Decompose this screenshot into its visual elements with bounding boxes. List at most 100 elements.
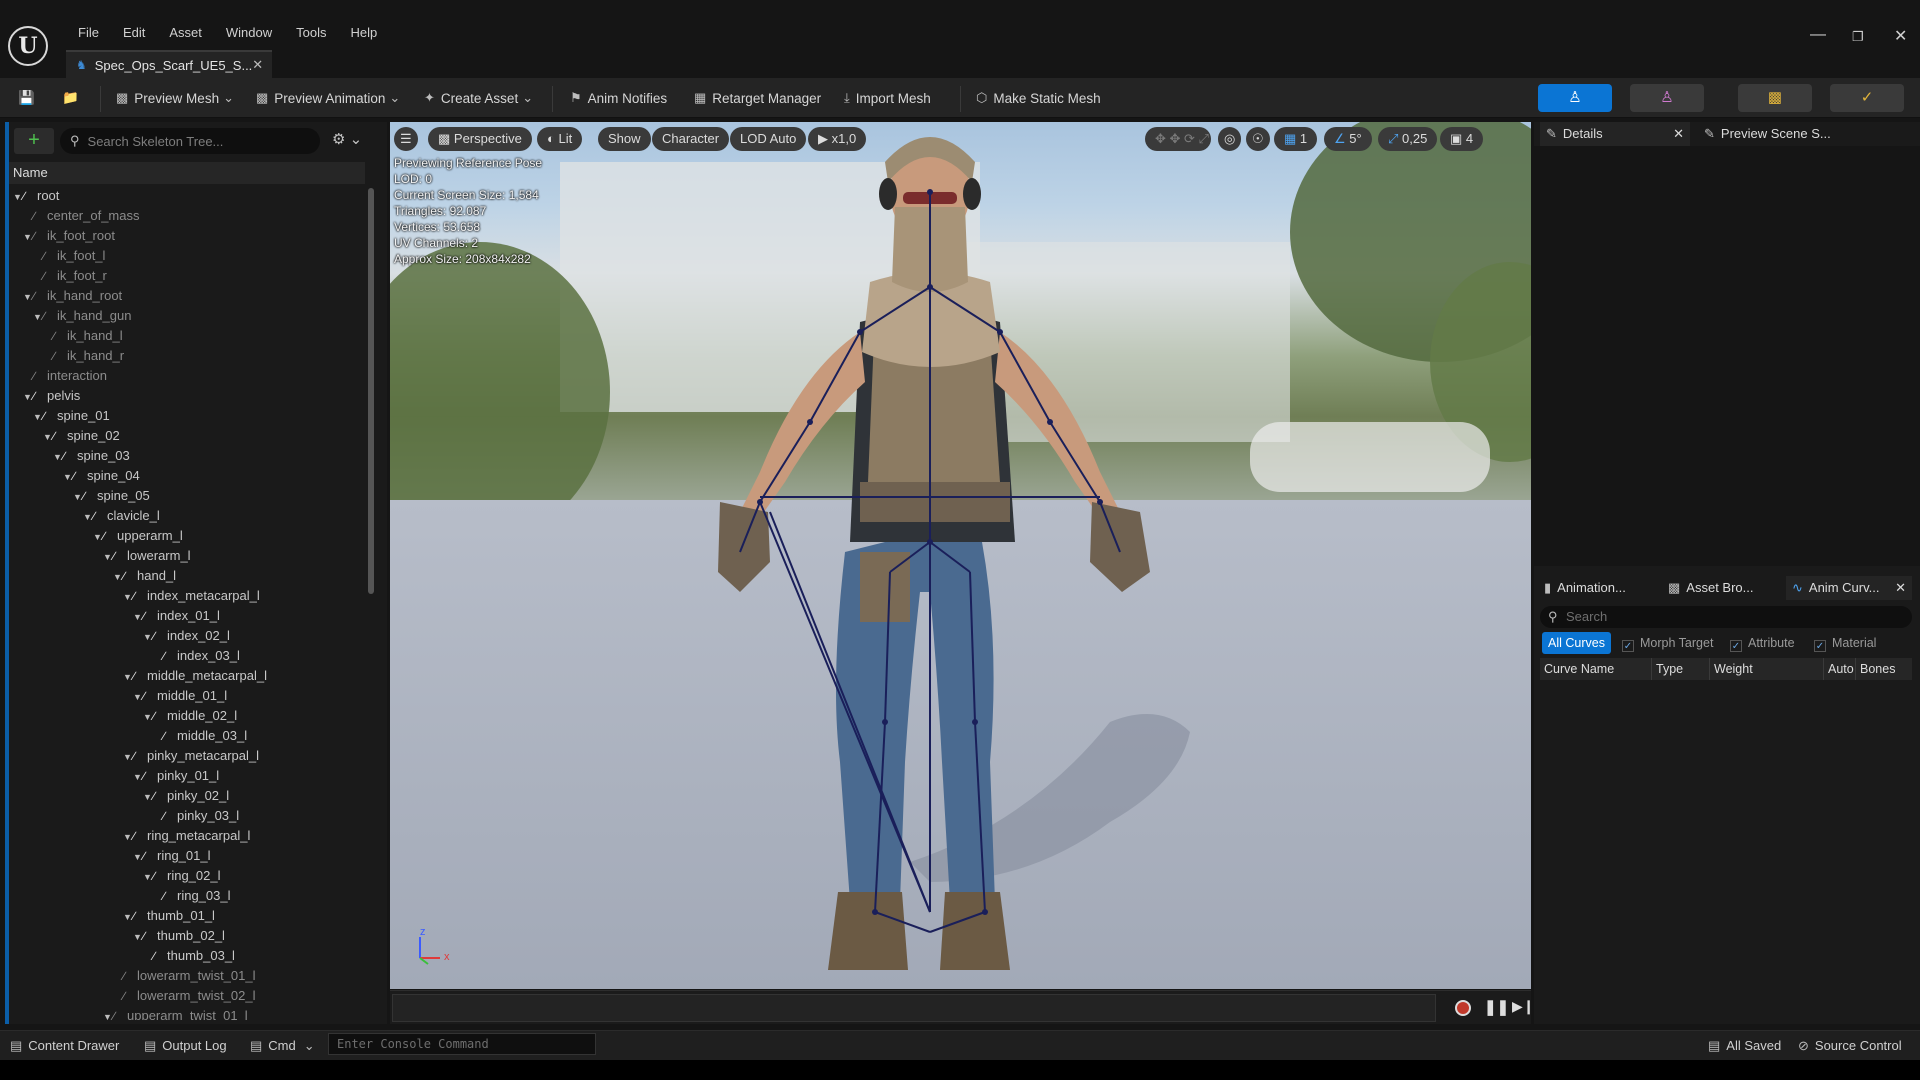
expand-arrow-icon[interactable]: ▼ (33, 407, 43, 427)
bone-row[interactable]: ▼∕ pinky_metacarpal_l (9, 746, 365, 766)
bone-row[interactable]: ▼∕ pinky_02_l (9, 786, 365, 806)
bone-row[interactable]: ∕ lowerarm_twist_02_l (9, 986, 365, 1006)
skeleton-tree-scrollbar[interactable] (368, 188, 374, 594)
expand-arrow-icon[interactable]: ▼ (123, 667, 133, 687)
bone-row[interactable]: ▼∕ upperarm_twist_01_l (9, 1006, 365, 1020)
bone-row[interactable]: ▼∕ ik_hand_gun (9, 306, 365, 326)
close-tab-icon[interactable]: ✕ (1673, 122, 1684, 146)
tab-asset-browser[interactable]: ▩ Asset Bro... (1664, 576, 1754, 600)
bone-row[interactable]: ▼∕ pelvis (9, 386, 365, 406)
tab-preview-scene[interactable]: ✎ Preview Scene S... (1700, 122, 1831, 146)
expand-arrow-icon[interactable]: ▼ (63, 467, 73, 487)
bone-row[interactable]: ▼∕ ring_02_l (9, 866, 365, 886)
bone-row[interactable]: ∕ pinky_03_l (9, 806, 365, 826)
filter-morph-target[interactable]: ✓ Morph Target (1616, 632, 1719, 654)
expand-arrow-icon[interactable]: ▼ (43, 427, 53, 447)
bone-row[interactable]: ▼∕ thumb_02_l (9, 926, 365, 946)
tab-details[interactable]: ✎ Details ✕ (1540, 122, 1690, 146)
rotation-snap-button[interactable]: ∠ 5° (1324, 127, 1372, 151)
camera-speed-button[interactable]: ▣ 4 (1440, 127, 1484, 151)
tab-animation[interactable]: ▮ Animation... (1540, 576, 1626, 600)
preview-animation-button[interactable]: ▩ Preview Animation ⌄ (256, 90, 406, 106)
grid-snap-button[interactable]: ▦ 1 (1274, 127, 1318, 151)
filter-all-curves[interactable]: All Curves (1542, 632, 1611, 654)
bone-row[interactable]: ∕ ik_foot_r (9, 266, 365, 286)
transform-tools-group[interactable]: ✥ ✥ ⟳ ⤢ (1145, 127, 1211, 151)
pause-icon[interactable]: ❚❚ (1484, 998, 1509, 1016)
asset-tab[interactable]: ♞ Spec_Ops_Scarf_UE5_S... ✕ (66, 50, 272, 78)
skeleton-column-name[interactable]: Name (9, 162, 365, 184)
lit-button[interactable]: ◐ Lit (537, 127, 583, 151)
menu-edit[interactable]: Edit (111, 24, 157, 42)
perspective-button[interactable]: ▩ Perspective (428, 127, 532, 151)
step-forward-icon[interactable]: ▶❙ (1512, 998, 1535, 1015)
expand-arrow-icon[interactable]: ▼ (133, 687, 143, 707)
bone-row[interactable]: ∕ ik_hand_r (9, 346, 365, 366)
create-asset-button[interactable]: ✦ Create Asset ⌄ (424, 90, 539, 106)
expand-arrow-icon[interactable]: ▼ (13, 187, 23, 207)
column-weight[interactable]: Weight (1710, 658, 1824, 680)
anim-notifies-button[interactable]: ⚑ Anim Notifies (570, 90, 667, 106)
column-bones[interactable]: Bones (1856, 658, 1912, 680)
expand-arrow-icon[interactable]: ▼ (113, 567, 123, 587)
bone-row[interactable]: ∕ ik_hand_l (9, 326, 365, 346)
source-control-button[interactable]: ⊘ Source Control (1798, 1038, 1902, 1054)
expand-arrow-icon[interactable]: ▼ (133, 767, 143, 787)
surface-snap-icon[interactable]: ◎ (1218, 127, 1242, 151)
expand-arrow-icon[interactable]: ▼ (133, 847, 143, 867)
retarget-manager-button[interactable]: ▦ Retarget Manager (694, 90, 821, 106)
menu-help[interactable]: Help (338, 24, 389, 42)
bone-row[interactable]: ▼∕ ring_01_l (9, 846, 365, 866)
column-auto[interactable]: Auto (1824, 658, 1856, 680)
lod-button[interactable]: LOD Auto (730, 127, 807, 151)
bone-row[interactable]: ∕ center_of_mass (9, 206, 365, 226)
unreal-logo-icon[interactable]: U (8, 26, 48, 66)
expand-arrow-icon[interactable]: ▼ (123, 747, 133, 767)
menu-window[interactable]: Window (214, 24, 284, 42)
expand-arrow-icon[interactable]: ▼ (53, 447, 63, 467)
bone-row[interactable]: ▼∕ upperarm_l (9, 526, 365, 546)
save-icon[interactable]: 💾 (18, 90, 35, 106)
world-local-icon[interactable]: ☉ (1246, 127, 1270, 151)
browse-icon[interactable]: 📁 (62, 90, 79, 106)
make-static-mesh-button[interactable]: ⬡ Make Static Mesh (976, 90, 1101, 106)
expand-arrow-icon[interactable]: ▼ (23, 287, 33, 307)
bone-row[interactable]: ▼∕ thumb_01_l (9, 906, 365, 926)
bone-row[interactable]: ▼∕ spine_03 (9, 446, 365, 466)
expand-arrow-icon[interactable]: ▼ (143, 867, 153, 887)
bone-row[interactable]: ∕ ring_03_l (9, 886, 365, 906)
bone-row[interactable]: ▼∕ spine_02 (9, 426, 365, 446)
expand-arrow-icon[interactable]: ▼ (123, 587, 133, 607)
column-type[interactable]: Type (1652, 658, 1710, 680)
bone-row[interactable]: ∕ interaction (9, 366, 365, 386)
bone-row[interactable]: ▼∕ ring_metacarpal_l (9, 826, 365, 846)
bone-row[interactable]: ▼∕ index_01_l (9, 606, 365, 626)
expand-arrow-icon[interactable]: ▼ (143, 627, 153, 647)
column-curve-name[interactable]: Curve Name (1540, 658, 1652, 680)
bone-row[interactable]: ▼∕ middle_metacarpal_l (9, 666, 365, 686)
skeleton-mode-button[interactable]: ♙ (1538, 84, 1612, 112)
output-log-button[interactable]: ▤ Output Log (144, 1038, 227, 1054)
bone-row[interactable]: ▼∕ spine_01 (9, 406, 365, 426)
expand-arrow-icon[interactable]: ▼ (133, 607, 143, 627)
expand-arrow-icon[interactable]: ▼ (83, 507, 93, 527)
expand-arrow-icon[interactable]: ▼ (133, 927, 143, 947)
bone-row[interactable]: ▼∕ ik_hand_root (9, 286, 365, 306)
character-button[interactable]: Character (652, 127, 730, 151)
expand-arrow-icon[interactable]: ▼ (143, 787, 153, 807)
expand-arrow-icon[interactable]: ▼ (123, 827, 133, 847)
bone-row[interactable]: ▼∕ middle_01_l (9, 686, 365, 706)
record-icon[interactable] (1455, 1000, 1471, 1016)
preview-mesh-button[interactable]: ▩ Preview Mesh ⌄ (116, 90, 240, 106)
expand-arrow-icon[interactable]: ▼ (143, 707, 153, 727)
expand-arrow-icon[interactable]: ▼ (23, 387, 33, 407)
expand-arrow-icon[interactable]: ▼ (23, 227, 33, 247)
tab-anim-curves[interactable]: ∿ Anim Curv... ✕ (1786, 576, 1912, 600)
expand-arrow-icon[interactable]: ▼ (123, 907, 133, 927)
bone-row[interactable]: ▼∕ index_metacarpal_l (9, 586, 365, 606)
bone-row[interactable]: ▼∕ hand_l (9, 566, 365, 586)
bone-row[interactable]: ∕ middle_03_l (9, 726, 365, 746)
all-saved-button[interactable]: ▤ All Saved (1708, 1038, 1781, 1054)
add-bone-button[interactable]: + (14, 128, 54, 154)
skeleton-search-input[interactable]: ⚲ Search Skeleton Tree... (60, 128, 320, 154)
